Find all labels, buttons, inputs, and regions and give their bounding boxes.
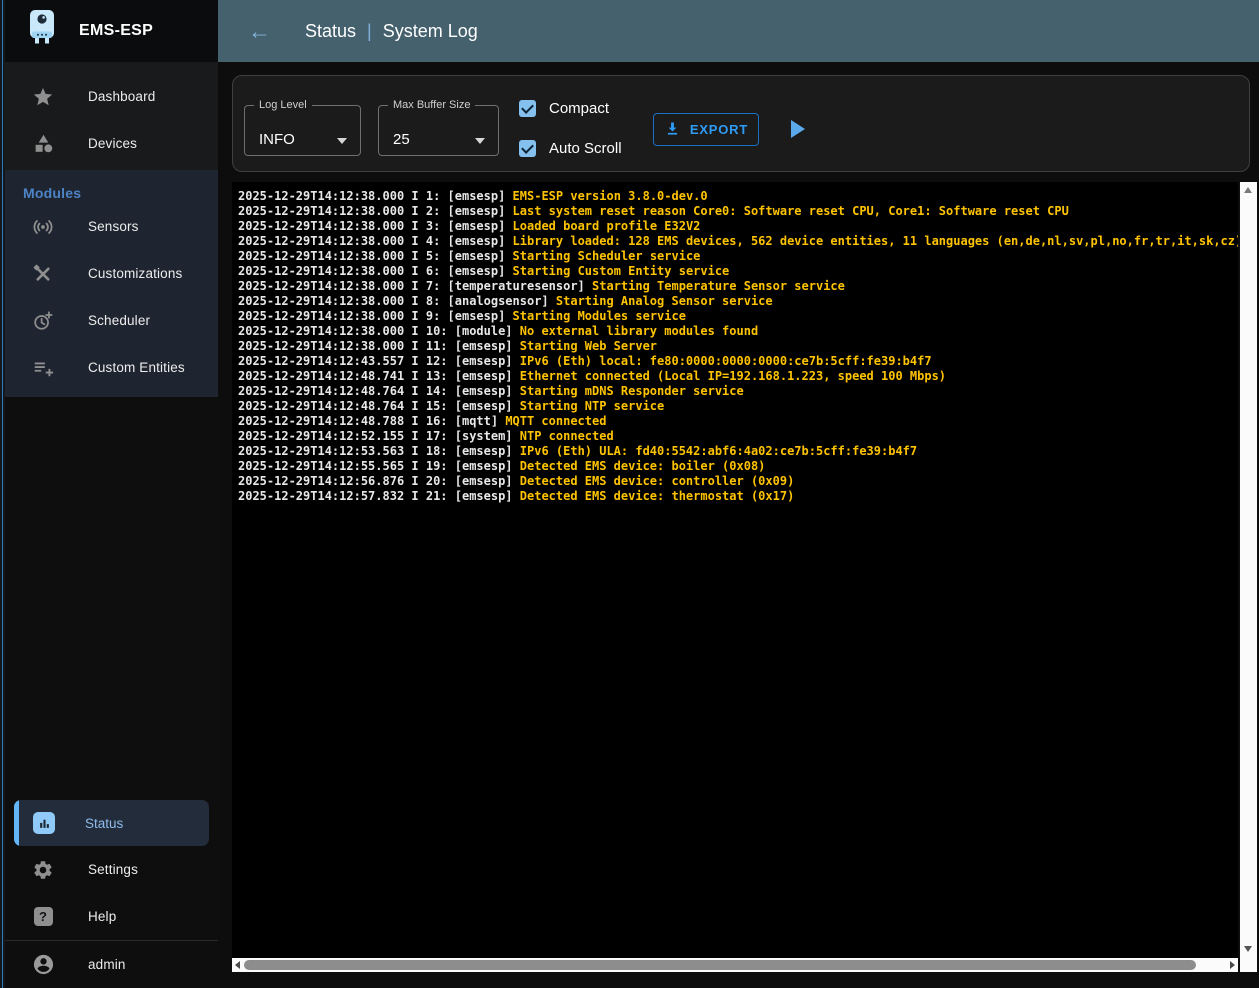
- category-icon: [31, 133, 55, 154]
- sidebar-item-label: Custom Entities: [88, 360, 185, 375]
- breadcrumb-section: Status: [305, 21, 356, 42]
- auto-scroll-checkbox-label: Auto Scroll: [549, 140, 622, 157]
- play-icon[interactable]: [791, 120, 805, 138]
- sensors-icon: [31, 216, 55, 238]
- max-buffer-size-label: Max Buffer Size: [388, 99, 475, 111]
- sidebar-item-settings[interactable]: Settings: [5, 846, 218, 893]
- log-line: 2025-12-29T14:12:48.788 I 16: [mqtt] MQT…: [238, 414, 1238, 429]
- log-line: 2025-12-29T14:12:57.832 I 21: [emsesp] D…: [238, 489, 1238, 504]
- auto-scroll-checkbox-row: Auto Scroll: [519, 140, 622, 157]
- horizontal-scrollbar[interactable]: [232, 958, 1238, 972]
- sidebar-item-sensors[interactable]: Sensors: [5, 203, 218, 250]
- sidebar-item-scheduler[interactable]: Scheduler: [5, 297, 218, 344]
- main-content: Log Level INFO Max Buffer Size 25 Compac…: [218, 62, 1259, 988]
- app-logo-row: EMS-ESP: [5, 0, 218, 62]
- max-buffer-size-select[interactable]: Max Buffer Size 25: [378, 99, 499, 156]
- compact-checkbox-row: Compact: [519, 100, 609, 117]
- vertical-scrollbar[interactable]: [1240, 182, 1257, 972]
- log-line: 2025-12-29T14:12:55.565 I 19: [emsesp] D…: [238, 459, 1238, 474]
- playlist-add-icon: [31, 357, 55, 379]
- sidebar-item-label: Sensors: [88, 219, 139, 234]
- log-line: 2025-12-29T14:12:38.000 I 9: [emsesp] St…: [238, 309, 1238, 324]
- sidebar-item-label: Customizations: [88, 266, 182, 281]
- user-name-label: admin: [88, 957, 126, 972]
- log-level-label: Log Level: [254, 99, 312, 111]
- sidebar: EMS-ESP Dashboard Devices Modules: [5, 0, 218, 988]
- bar-chart-icon: [33, 812, 55, 834]
- sidebar-item-label: Scheduler: [88, 313, 150, 328]
- sidebar-nav-top: Dashboard Devices: [5, 62, 218, 170]
- log-line: 2025-12-29T14:12:53.563 I 18: [emsesp] I…: [238, 444, 1238, 459]
- log-line: 2025-12-29T14:12:38.000 I 6: [emsesp] St…: [238, 264, 1238, 279]
- sidebar-item-admin[interactable]: admin: [5, 940, 218, 988]
- auto-scroll-checkbox[interactable]: [519, 140, 536, 157]
- active-indicator: [14, 800, 19, 846]
- log-line: 2025-12-29T14:12:38.000 I 8: [analogsens…: [238, 294, 1238, 309]
- log-line: 2025-12-29T14:12:52.155 I 17: [system] N…: [238, 429, 1238, 444]
- scroll-up-arrow-icon[interactable]: [1244, 187, 1252, 193]
- sidebar-modules-section: Modules Sensors: [5, 170, 218, 397]
- sidebar-item-help[interactable]: Help: [5, 893, 218, 940]
- scroll-right-arrow-icon[interactable]: [1230, 961, 1235, 969]
- sidebar-item-label: Settings: [88, 862, 138, 877]
- horizontal-scrollbar-thumb[interactable]: [244, 960, 1196, 970]
- log-line: 2025-12-29T14:12:38.000 I 1: [emsesp] EM…: [238, 189, 1238, 204]
- more-time-icon: [31, 310, 55, 332]
- gear-icon: [31, 859, 55, 881]
- log-line: 2025-12-29T14:12:38.000 I 7: [temperatur…: [238, 279, 1238, 294]
- export-button-label: EXPORT: [690, 122, 748, 137]
- boiler-logo-icon: [27, 9, 57, 54]
- log-line: 2025-12-29T14:12:38.000 I 11: [emsesp] S…: [238, 339, 1238, 354]
- log-line: 2025-12-29T14:12:38.000 I 4: [emsesp] Li…: [238, 234, 1238, 249]
- log-output[interactable]: 2025-12-29T14:12:38.000 I 1: [emsesp] EM…: [232, 182, 1238, 958]
- account-circle-icon: [31, 953, 55, 976]
- page-header: ← Status | System Log: [218, 0, 1259, 62]
- log-line: 2025-12-29T14:12:38.000 I 3: [emsesp] Lo…: [238, 219, 1238, 234]
- scroll-down-arrow-icon[interactable]: [1244, 946, 1252, 952]
- log-line: 2025-12-29T14:12:48.764 I 15: [emsesp] S…: [238, 399, 1238, 414]
- log-line: 2025-12-29T14:12:38.000 I 10: [module] N…: [238, 324, 1238, 339]
- compact-checkbox[interactable]: [519, 100, 536, 117]
- sidebar-nav-bottom: Status Settings Help admin: [5, 800, 218, 988]
- chevron-down-icon: [337, 138, 347, 144]
- chevron-down-icon: [475, 138, 485, 144]
- back-arrow-icon[interactable]: ←: [248, 20, 271, 43]
- compact-checkbox-label: Compact: [549, 100, 609, 117]
- ems-esp-app: EMS-ESP Dashboard Devices Modules: [0, 0, 1259, 988]
- sidebar-item-label: Devices: [88, 136, 137, 151]
- sidebar-item-dashboard[interactable]: Dashboard: [5, 73, 218, 120]
- log-level-select[interactable]: Log Level INFO: [244, 99, 361, 156]
- log-line: 2025-12-29T14:12:48.741 I 13: [emsesp] E…: [238, 369, 1238, 384]
- log-controls-panel: Log Level INFO Max Buffer Size 25 Compac…: [232, 75, 1250, 172]
- modules-section-label: Modules: [5, 170, 218, 203]
- log-line: 2025-12-29T14:12:43.557 I 12: [emsesp] I…: [238, 354, 1238, 369]
- log-line: 2025-12-29T14:12:48.764 I 14: [emsesp] S…: [238, 384, 1238, 399]
- max-buffer-size-value: 25: [393, 131, 410, 148]
- sidebar-item-devices[interactable]: Devices: [5, 120, 218, 167]
- scroll-left-arrow-icon[interactable]: [235, 961, 240, 969]
- download-icon: [664, 120, 681, 140]
- log-line: 2025-12-29T14:12:38.000 I 2: [emsesp] La…: [238, 204, 1238, 219]
- help-icon: [31, 907, 55, 926]
- export-button[interactable]: EXPORT: [653, 113, 759, 146]
- sidebar-item-status[interactable]: Status: [14, 800, 209, 846]
- sidebar-item-custom-entities[interactable]: Custom Entities: [5, 344, 218, 391]
- sidebar-item-label: Help: [88, 909, 116, 924]
- sidebar-item-label: Dashboard: [88, 89, 155, 104]
- log-line: 2025-12-29T14:12:38.000 I 5: [emsesp] St…: [238, 249, 1238, 264]
- breadcrumb-separator: |: [356, 21, 383, 42]
- log-level-value: INFO: [259, 131, 295, 148]
- sidebar-item-label: Status: [85, 816, 123, 831]
- app-title: EMS-ESP: [79, 22, 153, 40]
- page-title: System Log: [383, 21, 478, 42]
- sidebar-item-customizations[interactable]: Customizations: [5, 250, 218, 297]
- log-line: 2025-12-29T14:12:56.876 I 20: [emsesp] D…: [238, 474, 1238, 489]
- star-icon: [31, 86, 55, 108]
- construction-icon: [31, 263, 55, 285]
